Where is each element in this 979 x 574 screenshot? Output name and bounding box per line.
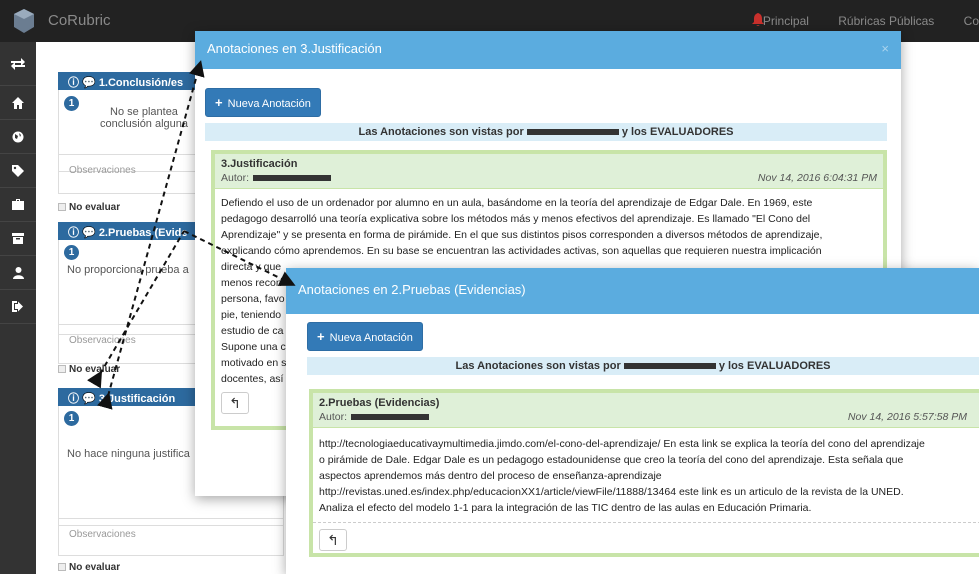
arrow-pruebas-down <box>87 230 185 389</box>
arrow-justificacion <box>97 60 205 410</box>
arrow-pruebas-right <box>183 230 296 286</box>
annotation-arrows <box>87 60 296 410</box>
